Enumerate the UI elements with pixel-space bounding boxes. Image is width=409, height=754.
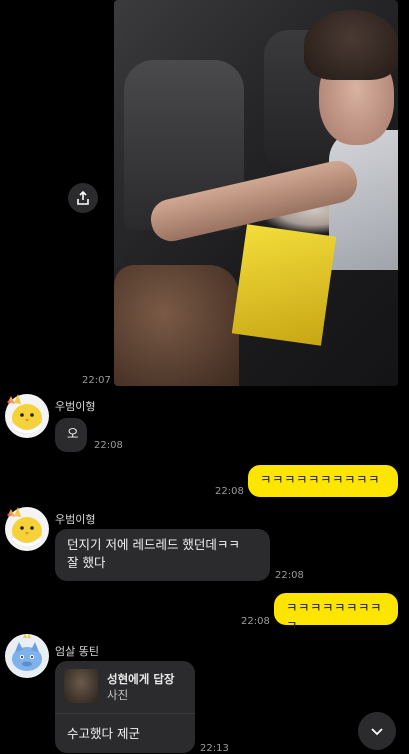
message-timestamp: 22:08 <box>241 616 270 627</box>
shared-photo[interactable] <box>114 0 398 386</box>
sender-name: 우범이형 <box>55 513 96 526</box>
chevron-down-icon <box>371 728 383 736</box>
photo-yellow-bag <box>231 224 337 346</box>
message-timestamp: 22:08 <box>215 486 244 497</box>
dragon-avatar-icon <box>6 634 48 677</box>
chick-avatar-icon <box>7 394 43 435</box>
message-bubble[interactable]: 오 <box>55 418 87 452</box>
message-text-line: 잘 했다 <box>67 555 106 570</box>
message-timestamp: 22:08 <box>94 440 123 451</box>
photo-person-hair <box>304 10 398 80</box>
scroll-down-button[interactable] <box>358 712 396 750</box>
share-icon <box>77 190 89 205</box>
avatar[interactable] <box>5 394 49 438</box>
avatar[interactable] <box>5 507 49 551</box>
reply-type: 사진 <box>107 688 129 702</box>
message-text-line: 던지기 저에 레드레드 했던데ㅋㅋ <box>67 537 240 552</box>
message-bubble[interactable]: ㅋㅋㅋㅋㅋㅋㅋㅋㅋ <box>274 593 398 633</box>
reply-photo-thumbnail <box>64 669 98 703</box>
message-timestamp: 22:13 <box>200 743 229 754</box>
message-bubble[interactable]: ㅋㅋㅋㅋㅋㅋㅋㅋㅋㅋ <box>248 465 398 497</box>
share-button[interactable] <box>68 183 98 213</box>
message-timestamp: 22:08 <box>275 570 304 581</box>
message-bubble[interactable]: 던지기 저에 레드레드 했던데ㅋㅋ 잘 했다 <box>55 529 270 581</box>
reply-divider <box>55 713 195 714</box>
reply-message-bubble[interactable]: 성현에게 답장 사진 수고했다 제군 <box>55 661 195 753</box>
photo-timestamp: 22:07 <box>82 375 111 386</box>
avatar[interactable] <box>5 634 49 678</box>
chick-avatar-icon <box>7 507 43 548</box>
message-text: 수고했다 제군 <box>67 726 140 741</box>
sender-name: 우범이형 <box>55 400 96 413</box>
sender-name: 엄살 똥틴 <box>55 645 99 658</box>
photo-paper-bag <box>114 265 239 386</box>
